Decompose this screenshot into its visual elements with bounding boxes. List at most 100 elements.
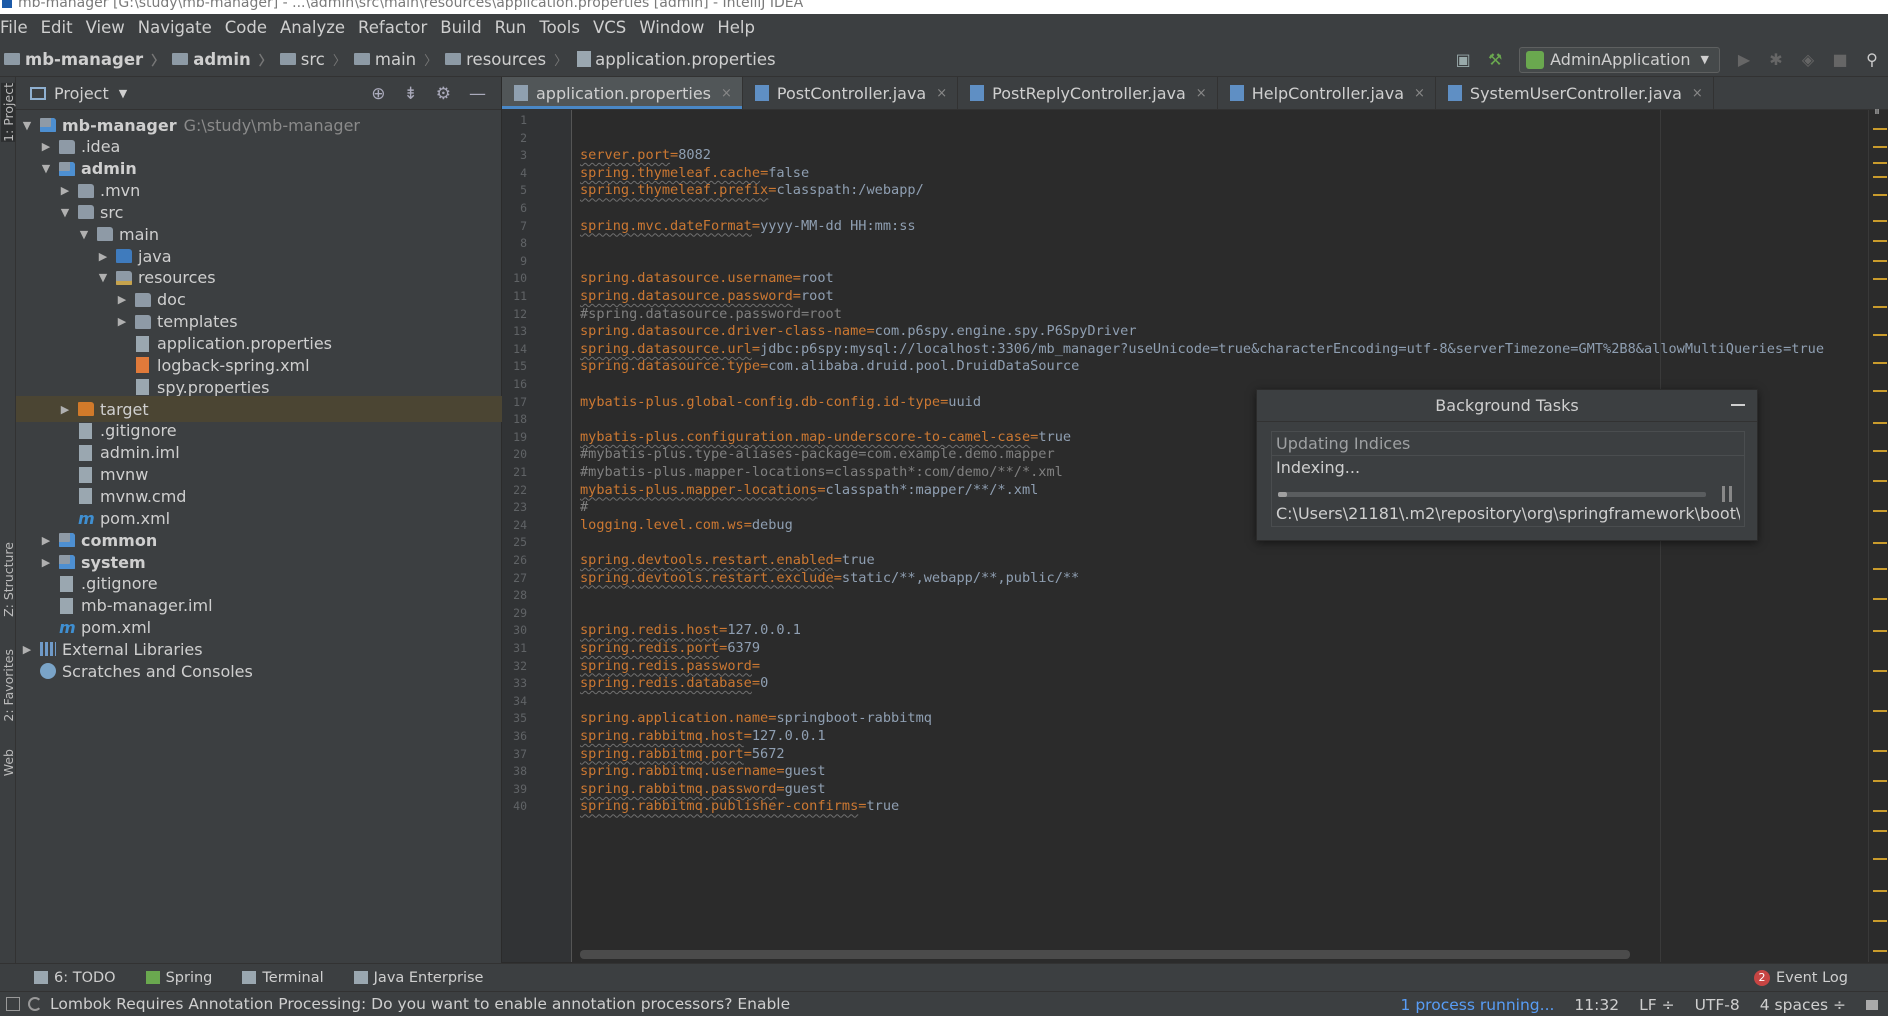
breadcrumb-resources[interactable]: resources 〉: [441, 42, 571, 77]
collapsed-arrow-icon[interactable]: ▶: [39, 556, 53, 569]
menu-vcs[interactable]: VCS: [589, 14, 635, 42]
warning-marker[interactable]: [1873, 260, 1887, 262]
lock-icon[interactable]: [1866, 999, 1878, 1010]
warning-marker[interactable]: [1873, 306, 1887, 308]
menu-refactor[interactable]: Refactor: [354, 14, 436, 42]
side-tab-favorites[interactable]: 2: Favorites: [1, 649, 16, 722]
indent-setting[interactable]: 4 spaces ÷: [1760, 996, 1846, 1014]
tool-java-enterprise[interactable]: Java Enterprise: [338, 970, 498, 986]
build-hammer-icon[interactable]: ⚒: [1485, 50, 1505, 70]
close-tab-icon[interactable]: ×: [1414, 86, 1425, 101]
side-tab-project[interactable]: 1: Project: [1, 83, 16, 142]
project-structure-icon[interactable]: ▣: [1453, 50, 1473, 70]
close-tab-icon[interactable]: ×: [1692, 86, 1703, 101]
tool-spring[interactable]: Spring: [130, 970, 227, 986]
warning-marker[interactable]: [1873, 334, 1887, 336]
collapsed-arrow-icon[interactable]: ▶: [58, 403, 72, 416]
minimize-icon[interactable]: [1731, 404, 1745, 406]
inspection-status-icon[interactable]: ⏸: [1874, 104, 1880, 119]
collapsed-arrow-icon[interactable]: ▶: [58, 184, 72, 197]
warning-marker[interactable]: [1873, 858, 1887, 860]
warning-marker[interactable]: [1873, 830, 1887, 832]
warning-marker[interactable]: [1873, 598, 1887, 600]
chevron-down-icon[interactable]: ▼: [119, 87, 127, 100]
close-tab-icon[interactable]: ×: [721, 86, 732, 101]
event-log-button[interactable]: 2 Event Log: [1753, 964, 1848, 992]
warning-marker[interactable]: [1873, 710, 1887, 712]
editor-tab[interactable]: application.properties ×: [502, 77, 743, 109]
menu-help[interactable]: Help: [713, 14, 764, 42]
search-icon[interactable]: ⚲: [1862, 50, 1882, 70]
warning-marker[interactable]: [1873, 810, 1887, 812]
breadcrumb-src[interactable]: src 〉: [276, 42, 350, 77]
tool-terminal[interactable]: Terminal: [226, 970, 337, 986]
coverage-icon[interactable]: ◈: [1798, 50, 1818, 70]
menu-navigate[interactable]: Navigate: [134, 14, 221, 42]
breadcrumb-main[interactable]: main 〉: [350, 42, 441, 77]
menu-view[interactable]: View: [82, 14, 134, 42]
menu-edit[interactable]: Edit: [37, 14, 82, 42]
breadcrumb-file[interactable]: application.properties: [571, 42, 779, 77]
editor-tab[interactable]: HelpController.java ×: [1218, 77, 1436, 109]
close-tab-icon[interactable]: ×: [936, 86, 947, 101]
warning-marker[interactable]: [1873, 510, 1887, 512]
warning-marker[interactable]: [1873, 220, 1887, 222]
menu-tools[interactable]: Tools: [535, 14, 589, 42]
collapsed-arrow-icon[interactable]: ▶: [115, 315, 129, 328]
warning-marker[interactable]: [1873, 670, 1887, 672]
warning-marker[interactable]: [1873, 390, 1887, 392]
tree-item[interactable]: Scratches and Consoles: [16, 658, 502, 684]
editor-tab[interactable]: PostReplyController.java ×: [958, 77, 1218, 109]
breadcrumb-admin[interactable]: admin 〉: [168, 42, 276, 77]
editor-tab[interactable]: PostController.java ×: [743, 77, 959, 109]
warning-marker[interactable]: [1873, 780, 1887, 782]
file-encoding[interactable]: UTF-8: [1695, 996, 1740, 1014]
debug-icon[interactable]: ✱: [1766, 50, 1786, 70]
close-tab-icon[interactable]: ×: [1196, 86, 1207, 101]
collapse-all-icon[interactable]: ⇟: [404, 84, 418, 104]
warning-marker[interactable]: [1873, 750, 1887, 752]
toggle-tool-windows-icon[interactable]: [6, 997, 20, 1011]
warning-marker[interactable]: [1873, 630, 1887, 632]
warning-marker[interactable]: [1873, 480, 1887, 482]
side-tab-structure[interactable]: Z: Structure: [1, 542, 16, 617]
hide-panel-icon[interactable]: —: [469, 84, 486, 104]
editor-tab[interactable]: SystemUserController.java ×: [1436, 77, 1714, 109]
warning-marker[interactable]: [1873, 278, 1887, 280]
breadcrumb-mb-manager[interactable]: mb-manager 〉: [0, 42, 168, 77]
warning-marker[interactable]: [1873, 950, 1887, 952]
expanded-arrow-icon[interactable]: ▼: [20, 119, 34, 132]
warning-marker[interactable]: [1873, 240, 1887, 242]
menu-file[interactable]: File: [0, 14, 37, 42]
collapsed-arrow-icon[interactable]: ▶: [39, 140, 53, 153]
gear-icon[interactable]: ⚙: [436, 84, 451, 104]
project-view-selector[interactable]: Project: [54, 84, 109, 103]
collapsed-arrow-icon[interactable]: ▶: [115, 293, 129, 306]
run-icon[interactable]: ▶: [1734, 50, 1754, 70]
process-running-indicator[interactable]: 1 process running...: [1401, 996, 1555, 1014]
menu-run[interactable]: Run: [491, 14, 536, 42]
warning-marker[interactable]: [1873, 176, 1887, 178]
line-separator[interactable]: LF ÷: [1639, 996, 1674, 1014]
warning-marker[interactable]: [1873, 162, 1887, 164]
collapsed-arrow-icon[interactable]: ▶: [39, 534, 53, 547]
status-message[interactable]: Lombok Requires Annotation Processing: D…: [50, 995, 790, 1013]
side-tab-web[interactable]: Web: [1, 749, 16, 776]
warning-marker[interactable]: [1873, 568, 1887, 570]
collapsed-arrow-icon[interactable]: ▶: [96, 250, 110, 263]
warning-marker[interactable]: [1873, 450, 1887, 452]
menu-build[interactable]: Build: [436, 14, 490, 42]
collapsed-arrow-icon[interactable]: ▶: [20, 643, 34, 656]
expanded-arrow-icon[interactable]: ▼: [58, 206, 72, 219]
expanded-arrow-icon[interactable]: ▼: [39, 162, 53, 175]
warning-marker[interactable]: [1873, 146, 1887, 148]
locate-file-icon[interactable]: ⊕: [371, 84, 385, 104]
warning-marker[interactable]: [1873, 128, 1887, 130]
expanded-arrow-icon[interactable]: ▼: [77, 228, 91, 241]
warning-marker[interactable]: [1873, 362, 1887, 364]
tool-todo[interactable]: 6: TODO: [0, 970, 130, 986]
stop-icon[interactable]: ■: [1830, 50, 1850, 70]
menu-window[interactable]: Window: [635, 14, 713, 42]
expanded-arrow-icon[interactable]: ▼: [96, 271, 110, 284]
warning-marker[interactable]: [1873, 194, 1887, 196]
